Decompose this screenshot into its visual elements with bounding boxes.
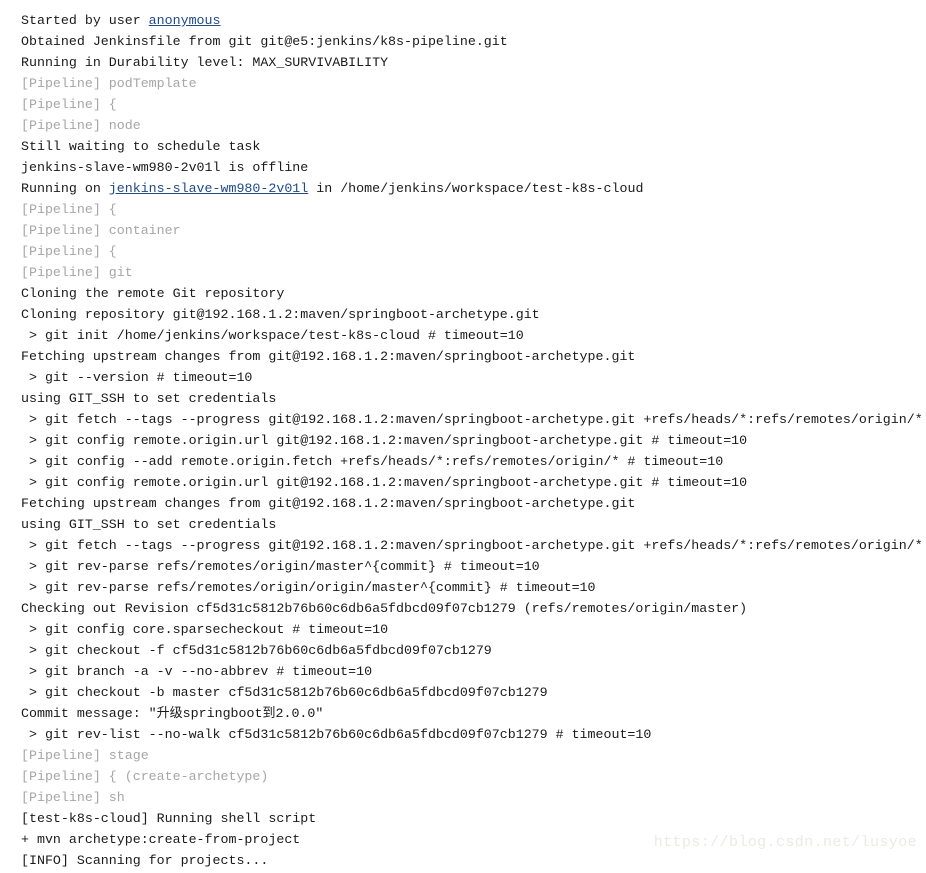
- log-line-text: Obtained Jenkinsfile from git git@e5:jen…: [21, 34, 508, 49]
- log-line-text: [Pipeline] {: [21, 244, 117, 259]
- log-line-text: Started by user: [21, 13, 149, 28]
- log-line-text: [Pipeline] {: [21, 97, 117, 112]
- log-line-with-link: Started by user anonymous: [21, 10, 926, 31]
- log-line: Obtained Jenkinsfile from git git@e5:jen…: [21, 31, 926, 52]
- log-line-text: [Pipeline] git: [21, 265, 133, 280]
- log-line-text: > git rev-parse refs/remotes/origin/mast…: [21, 559, 540, 574]
- log-line: > git config --add remote.origin.fetch +…: [21, 451, 926, 472]
- log-line: Cloning repository git@192.168.1.2:maven…: [21, 304, 926, 325]
- log-line-text: Cloning the remote Git repository: [21, 286, 285, 301]
- log-line-text: using GIT_SSH to set credentials: [21, 391, 277, 406]
- log-line: > git fetch --tags --progress git@192.16…: [21, 409, 926, 430]
- log-line-text: > git checkout -f cf5d31c5812b76b60c6db6…: [21, 643, 492, 658]
- log-line: jenkins-slave-wm980-2v01l is offline: [21, 157, 926, 178]
- log-line: Commit message: "升级springboot到2.0.0": [21, 703, 926, 724]
- log-line-text: > git config remote.origin.url git@192.1…: [21, 475, 748, 490]
- log-line-text: using GIT_SSH to set credentials: [21, 517, 277, 532]
- log-line: [Pipeline] node: [21, 115, 926, 136]
- log-line-text: > git checkout -b master cf5d31c5812b76b…: [21, 685, 548, 700]
- log-line: Checking out Revision cf5d31c5812b76b60c…: [21, 598, 926, 619]
- log-line: [Pipeline] git: [21, 262, 926, 283]
- log-line: Still waiting to schedule task: [21, 136, 926, 157]
- log-line: > git fetch --tags --progress git@192.16…: [21, 535, 926, 556]
- log-line-text: Cloning repository git@192.168.1.2:maven…: [21, 307, 540, 322]
- cjk-text: 到: [262, 706, 276, 721]
- log-line-text: Commit message: "升级springboot到2.0.0": [21, 706, 324, 721]
- log-line-text: [INFO] Scanning for projects...: [21, 853, 269, 868]
- log-line: [Pipeline] podTemplate: [21, 73, 926, 94]
- log-line-text: > git branch -a -v --no-abbrev # timeout…: [21, 664, 373, 679]
- log-line-text: > git fetch --tags --progress git@192.16…: [21, 412, 923, 427]
- log-line-text: [Pipeline] {: [21, 202, 117, 217]
- log-line-text: > git init /home/jenkins/workspace/test-…: [21, 328, 524, 343]
- log-line: > git branch -a -v --no-abbrev # timeout…: [21, 661, 926, 682]
- log-line: [Pipeline] {: [21, 241, 926, 262]
- log-line: [Pipeline] { (create-archetype): [21, 766, 926, 787]
- log-line-text: > git config remote.origin.url git@192.1…: [21, 433, 748, 448]
- log-line: > git rev-list --no-walk cf5d31c5812b76b…: [21, 724, 926, 745]
- log-line: using GIT_SSH to set credentials: [21, 388, 926, 409]
- log-line-text: > git --version # timeout=10: [21, 370, 253, 385]
- log-line: > git checkout -f cf5d31c5812b76b60c6db6…: [21, 640, 926, 661]
- log-line-with-link: Running on jenkins-slave-wm980-2v01l in …: [21, 178, 926, 199]
- log-line-text: [Pipeline] container: [21, 223, 181, 238]
- console-output-pane[interactable]: Started by user anonymous Obtained Jenkin…: [0, 0, 926, 873]
- log-line-text: + mvn archetype:create-from-project: [21, 832, 301, 847]
- log-line-text: jenkins-slave-wm980-2v01l is offline: [21, 160, 309, 175]
- log-line: > git config remote.origin.url git@192.1…: [21, 430, 926, 451]
- log-line-text: > git config core.sparsecheckout # timeo…: [21, 622, 389, 637]
- log-line-text: Still waiting to schedule task: [21, 139, 261, 154]
- cjk-text: 升级: [156, 706, 183, 721]
- log-line-text: [Pipeline] { (create-archetype): [21, 769, 269, 784]
- log-line-text: in /home/jenkins/workspace/test-k8s-clou…: [308, 181, 644, 196]
- log-line-text: [test-k8s-cloud] Running shell script: [21, 811, 317, 826]
- log-line-text: Fetching upstream changes from git@192.1…: [21, 496, 636, 511]
- log-line-text: > git fetch --tags --progress git@192.16…: [21, 538, 923, 553]
- log-line: > git rev-parse refs/remotes/origin/mast…: [21, 556, 926, 577]
- log-line: Running in Durability level: MAX_SURVIVA…: [21, 52, 926, 73]
- log-line: [test-k8s-cloud] Running shell script: [21, 808, 926, 829]
- log-line: + mvn archetype:create-from-project: [21, 829, 926, 850]
- log-link[interactable]: anonymous: [149, 13, 221, 28]
- log-line: > git config core.sparsecheckout # timeo…: [21, 619, 926, 640]
- log-line: > git --version # timeout=10: [21, 367, 926, 388]
- log-line: Fetching upstream changes from git@192.1…: [21, 493, 926, 514]
- log-line: [Pipeline] sh: [21, 787, 926, 808]
- log-line-text: Fetching upstream changes from git@192.1…: [21, 349, 636, 364]
- log-line-text: [Pipeline] node: [21, 118, 141, 133]
- log-line: [Pipeline] stage: [21, 745, 926, 766]
- log-line-text: [Pipeline] podTemplate: [21, 76, 197, 91]
- log-link[interactable]: jenkins-slave-wm980-2v01l: [109, 181, 309, 196]
- log-line-text: > git rev-list --no-walk cf5d31c5812b76b…: [21, 727, 652, 742]
- log-line: [Pipeline] {: [21, 94, 926, 115]
- log-line-text: Running on: [21, 181, 109, 196]
- log-line-list: Started by user anonymous Obtained Jenkin…: [21, 10, 926, 871]
- log-line: > git rev-parse refs/remotes/origin/orig…: [21, 577, 926, 598]
- log-line: > git config remote.origin.url git@192.1…: [21, 472, 926, 493]
- log-line: [Pipeline] {: [21, 199, 926, 220]
- log-line: [INFO] Scanning for projects...: [21, 850, 926, 871]
- log-line: > git checkout -b master cf5d31c5812b76b…: [21, 682, 926, 703]
- log-line-text: > git config --add remote.origin.fetch +…: [21, 454, 724, 469]
- log-line: > git init /home/jenkins/workspace/test-…: [21, 325, 926, 346]
- log-line-text: > git rev-parse refs/remotes/origin/orig…: [21, 580, 596, 595]
- log-line-text: Checking out Revision cf5d31c5812b76b60c…: [21, 601, 748, 616]
- log-line-text: Running in Durability level: MAX_SURVIVA…: [21, 55, 389, 70]
- log-line: Cloning the remote Git repository: [21, 283, 926, 304]
- log-line: [Pipeline] container: [21, 220, 926, 241]
- log-line: using GIT_SSH to set credentials: [21, 514, 926, 535]
- log-line: Fetching upstream changes from git@192.1…: [21, 346, 926, 367]
- log-line-text: [Pipeline] sh: [21, 790, 125, 805]
- log-line-text: [Pipeline] stage: [21, 748, 149, 763]
